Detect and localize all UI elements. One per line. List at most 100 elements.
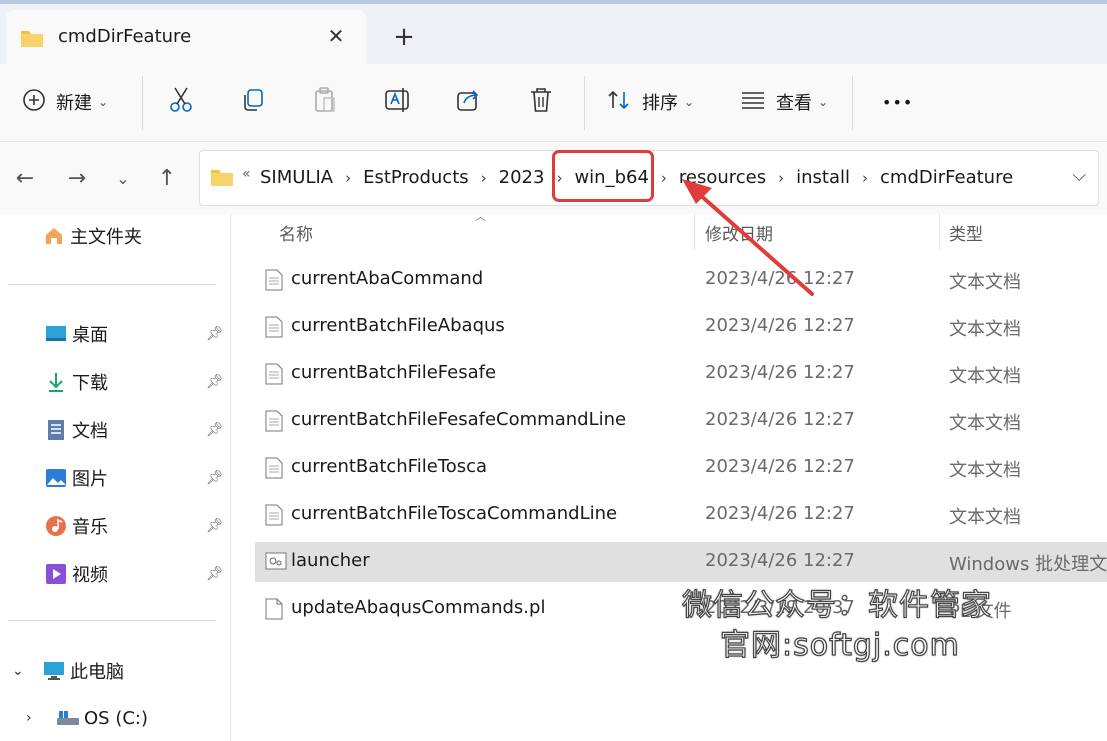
clipboard-icon [312, 86, 338, 118]
file-icon [265, 598, 283, 624]
file-name: currentBatchFileFesafeCommandLine [291, 409, 627, 430]
cut-button[interactable] [168, 82, 194, 122]
computer-icon [42, 659, 66, 683]
file-name: updateAbaqusCommands.pl [291, 597, 546, 618]
more-options-button[interactable]: ••• [882, 82, 913, 122]
pin-icon[interactable]: 📌︎ [206, 374, 224, 390]
sidebar-item-documents[interactable]: 文档 📌︎ [0, 410, 230, 450]
breadcrumb-item[interactable]: EstProducts [363, 167, 469, 188]
text-file-icon [265, 269, 283, 295]
file-type: 文本文档 [949, 366, 1021, 387]
pictures-icon [44, 466, 68, 490]
delete-button[interactable] [528, 82, 554, 122]
download-icon [44, 370, 68, 394]
sidebar-item-desktop[interactable]: 桌面 📌︎ [0, 314, 230, 354]
paste-button[interactable] [312, 82, 338, 122]
new-tab-button[interactable]: + [388, 22, 420, 54]
sidebar-item-home[interactable]: 主文件夹 [0, 216, 230, 256]
command-bar: 新建 ⌄ 排序 ⌄ 查看 ⌄ ••• [0, 64, 1107, 142]
sidebar-item-label: 下载 [72, 373, 108, 394]
chevron-down-icon: ⌄ [98, 95, 109, 109]
file-date: 2023/4/26 12:27 [705, 409, 855, 430]
column-header-name[interactable]: 名称 [279, 220, 313, 245]
file-row[interactable]: currentBatchFileFesafeCommandLine 2023/4… [255, 401, 1107, 441]
sidebar-item-label: 图片 [72, 469, 108, 490]
view-button[interactable]: 查看 ⌄ [740, 82, 828, 122]
sidebar-item-videos[interactable]: 视频 📌︎ [0, 554, 230, 594]
sidebar-item-label: 此电脑 [70, 662, 124, 683]
rename-button[interactable] [384, 82, 412, 122]
sidebar-item-downloads[interactable]: 下载 📌︎ [0, 362, 230, 402]
chevron-right-icon[interactable]: › [26, 710, 56, 726]
view-button-label: 查看 [776, 93, 812, 114]
sidebar-item-label: 文档 [72, 421, 108, 442]
breadcrumb-item[interactable]: cmdDirFeature [880, 167, 1013, 188]
sidebar-item-label: 视频 [72, 565, 108, 586]
up-arrow-icon[interactable]: ↑ [152, 164, 182, 194]
back-arrow-icon[interactable]: ← [10, 164, 40, 194]
breadcrumb-separator-icon[interactable]: › [345, 169, 351, 187]
pin-icon[interactable]: 📌︎ [206, 566, 224, 582]
tab-cmddirfeature[interactable]: cmdDirFeature ✕ [6, 10, 366, 64]
file-name: currentBatchFileTosca [291, 456, 488, 477]
copy-button[interactable] [240, 82, 266, 122]
file-date: 2023/4/26 12:27 [705, 362, 855, 383]
sort-ascending-icon: ︿ [475, 210, 486, 223]
sidebar-item-label: 音乐 [72, 517, 108, 538]
share-button[interactable] [456, 82, 482, 122]
file-row[interactable]: currentBatchFileAbaqus 2023/4/26 12:27 文… [255, 307, 1107, 347]
title-bar-top-line [0, 0, 1107, 4]
address-dropdown-icon[interactable]: ⌵ [1072, 165, 1086, 186]
breadcrumb-separator-icon[interactable]: › [481, 169, 487, 187]
pin-icon[interactable]: 📌︎ [206, 326, 224, 342]
new-button[interactable]: 新建 ⌄ [22, 82, 108, 122]
file-name: currentBatchFileToscaCommandLine [291, 503, 618, 524]
address-overflow-icon[interactable]: « [242, 166, 251, 182]
file-row-selected[interactable]: launcher 2023/4/26 12:27 Windows 批处理文件 [255, 542, 1107, 582]
forward-arrow-icon[interactable]: → [62, 164, 92, 194]
sidebar-item-this-pc[interactable]: ⌄ 此电脑 [0, 651, 230, 691]
folder-icon [20, 28, 44, 52]
sidebar-item-os-drive[interactable]: › OS (C:) [0, 698, 230, 738]
toolbar-divider [584, 76, 585, 130]
file-type: 文本文档 [949, 413, 1021, 434]
annotation-arrow-icon [682, 179, 814, 296]
view-list-icon [740, 90, 766, 114]
sort-button-label: 排序 [642, 93, 678, 114]
column-header-type[interactable]: 类型 [949, 220, 983, 245]
file-type: Windows 批处理文件 [949, 554, 1107, 575]
plus-circle-icon [22, 88, 46, 116]
new-button-label: 新建 [56, 93, 92, 114]
chevron-down-icon[interactable]: ⌄ [12, 663, 42, 679]
music-icon [44, 514, 68, 538]
pin-icon[interactable]: 📌︎ [206, 518, 224, 534]
file-row[interactable]: currentBatchFileTosca 2023/4/26 12:27 文本… [255, 448, 1107, 488]
breadcrumb-separator-icon[interactable]: › [862, 169, 868, 187]
file-type: 文本文档 [949, 460, 1021, 481]
file-name: currentBatchFileAbaqus [291, 315, 505, 336]
breadcrumb-item[interactable]: 2023 [499, 167, 545, 188]
text-file-icon [265, 410, 283, 436]
pin-icon[interactable]: 📌︎ [206, 422, 224, 438]
batch-file-icon [265, 551, 287, 575]
close-tab-icon[interactable]: ✕ [322, 22, 350, 50]
toolbar-divider [142, 76, 143, 130]
desktop-icon [44, 322, 68, 346]
sort-button[interactable]: 排序 ⌄ [606, 82, 694, 122]
pin-icon[interactable]: 📌︎ [206, 470, 224, 486]
folder-icon [210, 167, 234, 191]
breadcrumb-item[interactable]: SIMULIA [260, 167, 333, 188]
tab-title: cmdDirFeature [58, 26, 192, 47]
file-row[interactable]: currentBatchFileToscaCommandLine 2023/4/… [255, 495, 1107, 535]
sidebar-item-pictures[interactable]: 图片 📌︎ [0, 458, 230, 498]
sidebar-item-music[interactable]: 音乐 📌︎ [0, 506, 230, 546]
recent-locations-chevron-icon[interactable]: ⌄ [108, 164, 138, 194]
toolbar-divider [852, 76, 853, 130]
video-icon [44, 562, 68, 586]
sidebar-item-label: 桌面 [72, 325, 108, 346]
drive-icon [56, 706, 80, 730]
sidebar-divider [8, 284, 216, 285]
file-row[interactable]: currentBatchFileFesafe 2023/4/26 12:27 文… [255, 354, 1107, 394]
column-separator[interactable] [939, 214, 940, 250]
watermark-line-2: 官网:softgj.com [719, 627, 960, 663]
